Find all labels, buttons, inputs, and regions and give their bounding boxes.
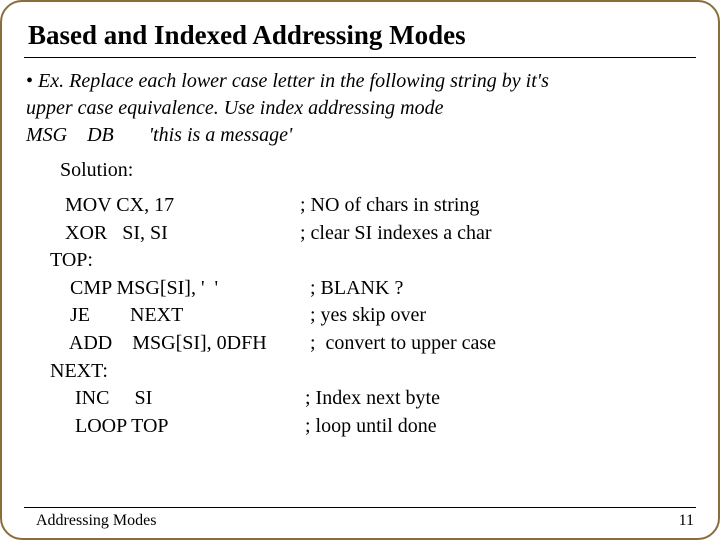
code-instr: JE NEXT [50,302,300,330]
code-comment: ; loop until done [300,413,437,441]
code-row: JE NEXT ; yes skip over [50,302,696,330]
code-comment: ; convert to upper case [300,330,496,358]
code-instr: INC SI [50,385,300,413]
footer-divider [24,507,696,508]
slide-title: Based and Indexed Addressing Modes [28,20,692,51]
intro-line1: Ex. Replace each lower case letter in th… [38,70,549,92]
code-comment: ; yes skip over [300,302,426,330]
code-row: ADD MSG[SI], 0DFH ; convert to upper cas… [50,330,696,358]
intro-line3: MSG DB 'this is a message' [26,124,292,146]
code-label: TOP: [50,247,696,275]
code-row: LOOP TOP ; loop until done [50,413,696,441]
intro-line2: upper case equivalence. Use index addres… [26,97,443,119]
footer: Addressing Modes 11 [2,512,718,530]
code-row: MOV CX, 17 ; NO of chars in string [50,192,696,220]
code-block: MOV CX, 17 ; NO of chars in string XOR S… [50,192,696,440]
slide-frame: Based and Indexed Addressing Modes • Ex.… [0,0,720,540]
bullet-icon: • [26,70,33,92]
code-label: NEXT: [50,358,696,386]
code-instr: XOR SI, SI [50,220,300,248]
code-row: XOR SI, SI ; clear SI indexes a char [50,220,696,248]
code-comment: ; clear SI indexes a char [300,220,492,248]
code-comment: ; Index next byte [300,385,440,413]
code-instr: MOV CX, 17 [50,192,300,220]
code-instr: ADD MSG[SI], 0DFH [50,330,300,358]
code-instr: CMP MSG[SI], ' ' [50,275,300,303]
page-number: 11 [679,512,694,530]
intro-text: • Ex. Replace each lower case letter in … [26,68,688,149]
code-comment: ; BLANK ? [300,275,403,303]
solution-label: Solution: [60,159,696,182]
code-row: INC SI ; Index next byte [50,385,696,413]
code-instr: LOOP TOP [50,413,300,441]
footer-left: Addressing Modes [36,512,156,530]
code-comment: ; NO of chars in string [300,192,479,220]
title-divider [24,57,696,58]
code-row: CMP MSG[SI], ' ' ; BLANK ? [50,275,696,303]
